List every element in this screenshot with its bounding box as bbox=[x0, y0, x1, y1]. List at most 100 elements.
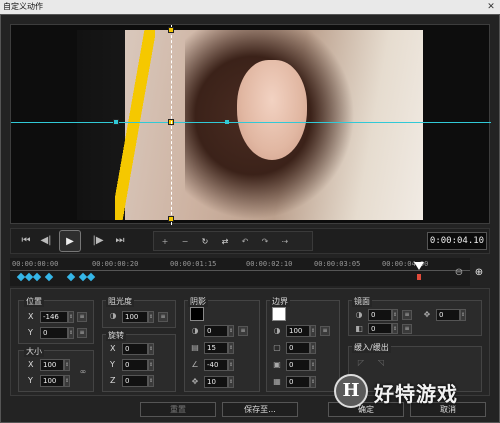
border-label: 边界 bbox=[270, 296, 290, 307]
zoom-in-icon[interactable]: ⊕ bbox=[473, 268, 485, 280]
move-right-icon[interactable]: ↷ bbox=[260, 237, 270, 247]
mirror-offset-spinner[interactable]: ⇕ bbox=[460, 309, 466, 321]
mirror-offset-icon: ✥ bbox=[423, 310, 431, 319]
remove-keyframe-icon[interactable]: − bbox=[180, 237, 190, 247]
size-x-spinner[interactable]: ⇕ bbox=[64, 359, 70, 371]
size-y-spinner[interactable]: ⇕ bbox=[64, 375, 70, 387]
position-x-input[interactable]: -146 bbox=[40, 311, 68, 323]
border-blur-icon: ▣ bbox=[273, 360, 281, 369]
shadow-angle-input[interactable]: -40 bbox=[204, 359, 228, 371]
preview-panel bbox=[10, 24, 491, 225]
border-opacity-input[interactable]: 100 bbox=[286, 325, 310, 337]
path-point-right[interactable] bbox=[225, 120, 229, 124]
position-x-spinner[interactable]: ⇕ bbox=[68, 311, 74, 323]
frame-handle-top[interactable] bbox=[168, 27, 174, 33]
timecode-display[interactable]: 0:00:04.10 bbox=[427, 232, 487, 250]
border-color-swatch[interactable] bbox=[272, 307, 286, 321]
position-y-label: Y bbox=[28, 328, 33, 337]
mirror-distance-spinner[interactable]: ⇕ bbox=[392, 323, 398, 334]
position-y-spinner[interactable]: ⇕ bbox=[68, 327, 74, 339]
copy-keyframe-icon[interactable]: ⇢ bbox=[280, 237, 290, 247]
keyframe-marker[interactable] bbox=[86, 272, 96, 282]
keyframe-marker[interactable] bbox=[32, 272, 42, 282]
previous-frame-icon[interactable]: ◀| bbox=[37, 232, 55, 250]
frame-guide-line bbox=[171, 25, 172, 225]
border-blur-spinner[interactable]: ⇕ bbox=[310, 359, 316, 371]
photo-clip[interactable] bbox=[125, 30, 423, 220]
reset-button[interactable]: 重置 bbox=[140, 402, 216, 417]
save-as-button[interactable]: 保存至... bbox=[222, 402, 298, 417]
mirror-distance-icon: ◧ bbox=[355, 324, 363, 333]
mirror-offset-input[interactable]: 0 bbox=[436, 309, 460, 321]
opacity-input[interactable]: 100 bbox=[122, 311, 148, 323]
play-icon[interactable]: ▶ bbox=[59, 230, 81, 252]
path-point-left[interactable] bbox=[113, 119, 119, 125]
shadow-blur-spinner[interactable]: ⇕ bbox=[228, 342, 234, 354]
mirror-distance-menu[interactable]: ≡ bbox=[402, 324, 412, 334]
position-y-input[interactable]: 0 bbox=[40, 327, 68, 339]
border-opacity-icon: ◑ bbox=[273, 326, 281, 335]
size-x-input[interactable]: 100 bbox=[40, 359, 64, 371]
rotation-y-spinner[interactable]: ⇕ bbox=[148, 359, 154, 371]
border-radius-spinner[interactable]: ⇕ bbox=[310, 376, 316, 388]
size-x-label: X bbox=[28, 360, 34, 369]
opacity-menu[interactable]: ≡ bbox=[158, 312, 168, 322]
video-preview[interactable] bbox=[77, 30, 423, 220]
border-opacity-spinner[interactable]: ⇕ bbox=[310, 325, 316, 337]
keyframe-timeline[interactable]: 00:00:00:00 00:00:00:20 00:00:01:15 00:0… bbox=[10, 258, 470, 286]
border-width-input[interactable]: 0 bbox=[286, 342, 310, 354]
link-icon[interactable]: ∞ bbox=[78, 367, 88, 377]
rotation-z-input[interactable]: 0 bbox=[122, 375, 148, 387]
shadow-angle-icon: ∠ bbox=[191, 360, 199, 369]
timeline-tick: 00:00:01:15 bbox=[170, 260, 217, 268]
next-frame-icon[interactable]: |▶ bbox=[89, 232, 107, 250]
swap-keyframe-icon[interactable]: ⇄ bbox=[220, 237, 230, 247]
shadow-opacity-input[interactable]: 0 bbox=[204, 325, 228, 337]
close-icon[interactable]: ✕ bbox=[484, 2, 498, 12]
move-left-icon[interactable]: ↶ bbox=[240, 237, 250, 247]
shadow-distance-spinner[interactable]: ⇕ bbox=[228, 376, 234, 388]
mirror-opacity-input[interactable]: 0 bbox=[368, 309, 392, 321]
keyframe-marker[interactable] bbox=[44, 272, 54, 282]
fade-out-icon[interactable]: ◹ bbox=[376, 358, 386, 368]
watermark: H 好特游戏 bbox=[334, 372, 494, 412]
yellow-stripe bbox=[115, 30, 155, 220]
shadow-angle-spinner[interactable]: ⇕ bbox=[228, 359, 234, 371]
rotation-y-input[interactable]: 0 bbox=[122, 359, 148, 371]
mirror-opacity-menu[interactable]: ≡ bbox=[402, 310, 412, 320]
mirror-distance-input[interactable]: 0 bbox=[368, 323, 392, 334]
keyframe-marker[interactable] bbox=[66, 272, 76, 282]
position-y-menu[interactable]: ≡ bbox=[77, 328, 87, 338]
go-to-start-icon[interactable]: ⏮ bbox=[17, 232, 35, 250]
shadow-opacity-menu[interactable]: ≡ bbox=[238, 326, 248, 336]
rotation-x-spinner[interactable]: ⇕ bbox=[148, 343, 154, 355]
border-radius-icon: ▦ bbox=[273, 377, 281, 386]
size-y-input[interactable]: 100 bbox=[40, 375, 64, 387]
rotation-label: 旋转 bbox=[106, 330, 126, 341]
go-to-end-icon[interactable]: ⏭ bbox=[111, 232, 129, 250]
rotation-x-input[interactable]: 0 bbox=[122, 343, 148, 355]
reverse-keyframe-icon[interactable]: ↻ bbox=[200, 237, 210, 247]
shadow-distance-input[interactable]: 10 bbox=[204, 376, 228, 388]
mirror-opacity-spinner[interactable]: ⇕ bbox=[392, 309, 398, 321]
timeline-ruler bbox=[10, 270, 470, 271]
fade-label: 缓入/缓出 bbox=[352, 342, 391, 353]
position-x-menu[interactable]: ≡ bbox=[77, 312, 87, 322]
frame-handle-bottom[interactable] bbox=[168, 216, 174, 222]
mirror-opacity-icon: ◑ bbox=[355, 310, 363, 319]
opacity-spinner[interactable]: ⇕ bbox=[148, 311, 154, 323]
shadow-blur-input[interactable]: 15 bbox=[204, 342, 228, 354]
shadow-opacity-spinner[interactable]: ⇕ bbox=[228, 325, 234, 337]
border-opacity-menu[interactable]: ≡ bbox=[320, 326, 330, 336]
zoom-out-icon[interactable]: ⊖ bbox=[453, 268, 465, 280]
transport-bar: ⏮ ◀| ▶ |▶ ⏭ + − ↻ ⇄ ↶ ↷ ⇢ 0:00:04.10 bbox=[10, 228, 490, 254]
add-keyframe-icon[interactable]: + bbox=[160, 237, 170, 247]
border-width-spinner[interactable]: ⇕ bbox=[310, 342, 316, 354]
photo-face-area bbox=[237, 60, 307, 160]
window-title: 自定义动作 bbox=[3, 2, 43, 11]
fade-in-icon[interactable]: ◸ bbox=[356, 358, 366, 368]
border-radius-input[interactable]: 0 bbox=[286, 376, 310, 388]
rotation-z-spinner[interactable]: ⇕ bbox=[148, 375, 154, 387]
border-blur-input[interactable]: 0 bbox=[286, 359, 310, 371]
shadow-color-swatch[interactable] bbox=[190, 307, 204, 321]
